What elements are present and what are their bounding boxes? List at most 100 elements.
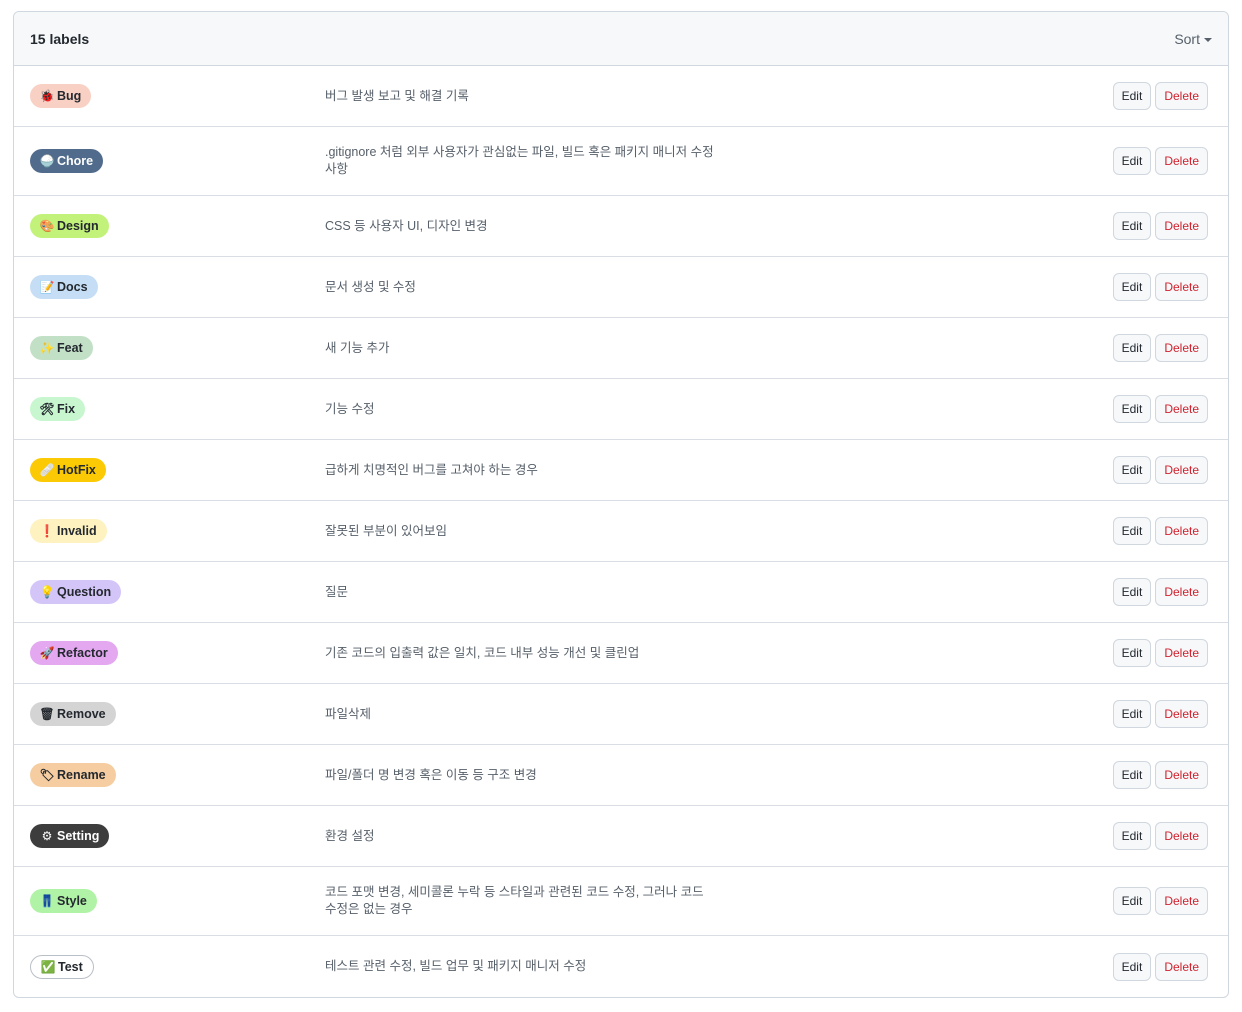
label-cell: 👖 Style [30,889,97,913]
edit-button[interactable]: Edit [1112,952,1152,981]
label-pill-fix[interactable]: 🛠 Fix [30,397,86,421]
label-description: 파일삭제 [325,706,372,721]
label-cell: 🛠 Fix [30,397,86,421]
delete-button[interactable]: Delete [1155,578,1208,606]
label-pill-style[interactable]: 👖 Style [30,889,97,913]
jeans-icon: 👖 [39,894,55,908]
label-description: 코드 포맷 변경, 세미콜론 누락 등 스타일과 관련된 코드 수정, 그러나 … [325,885,704,916]
label-pill-refactor[interactable]: 🚀 Refactor [30,641,118,665]
bug-icon: 🐞 [39,89,55,103]
delete-button[interactable]: Delete [1155,212,1208,240]
label-cell: 🚀 Refactor [30,641,118,665]
edit-button[interactable]: Edit [1112,456,1152,484]
label-pill-question[interactable]: 💡 Question [30,580,122,604]
edit-button[interactable]: Edit [1112,761,1152,789]
sort-label: Sort [1174,30,1200,47]
palette-icon: 🎨 [39,219,55,233]
delete-button[interactable]: Delete [1155,456,1208,484]
label-description: CSS 등 사용자 UI, 디자인 변경 [325,218,488,233]
label-actions: Edit Delete [1112,82,1208,110]
edit-button[interactable]: Edit [1112,578,1152,606]
label-name: Docs [57,280,88,294]
label-row: 💡 Question 질문 Edit Delete [14,562,1228,623]
delete-button[interactable]: Delete [1155,334,1208,362]
label-description: 질문 [325,584,349,599]
label-pill-setting[interactable]: ⚙ Setting [30,824,110,848]
label-cell: 🏷 Rename [30,763,116,787]
label-description: 버그 발생 보고 및 해결 기록 [325,88,469,103]
delete-button[interactable]: Delete [1155,517,1208,545]
label-description: 기능 수정 [325,401,375,416]
label-actions: Edit Delete [1112,395,1208,423]
labels-count: 15 labels [30,30,90,47]
label-pill-remove[interactable]: 🗑 Remove [30,702,116,726]
edit-button[interactable]: Edit [1112,147,1152,175]
edit-button[interactable]: Edit [1112,700,1152,728]
edit-button[interactable]: Edit [1112,395,1152,423]
delete-button[interactable]: Delete [1155,700,1208,728]
delete-button[interactable]: Delete [1155,395,1208,423]
label-cell: 🐞 Bug [30,84,92,108]
sparkles-icon: ✨ [39,341,55,355]
label-actions: Edit Delete [1112,822,1208,850]
label-actions: Edit Delete [1112,700,1208,728]
label-name: Rename [57,768,106,782]
label-cell: 🎨 Design [30,214,109,238]
delete-button[interactable]: Delete [1155,822,1208,850]
label-row: 🩹 HotFix 급하게 치명적인 버그를 고쳐야 하는 경우 Edit Delete [14,440,1228,501]
label-cell: ✨ Feat [30,336,93,360]
label-actions: Edit Delete [1112,761,1208,789]
label-actions: Edit Delete [1112,578,1208,606]
edit-button[interactable]: Edit [1112,887,1152,915]
label-pill-rename[interactable]: 🏷 Rename [30,763,116,787]
label-actions: Edit Delete [1112,147,1208,175]
label-name: Invalid [57,524,97,538]
label-name: Setting [57,829,100,843]
label-description: 급하게 치명적인 버그를 고쳐야 하는 경우 [325,462,538,477]
label-row: ⚙ Setting 환경 설정 Edit Delete [14,806,1228,867]
label-name: Test [58,959,83,974]
label-row: 📝 Docs 문서 생성 및 수정 Edit Delete [14,257,1228,318]
delete-button[interactable]: Delete [1155,82,1208,110]
label-row: 🎨 Design CSS 등 사용자 UI, 디자인 변경 Edit Delete [14,196,1228,257]
edit-button[interactable]: Edit [1112,273,1152,301]
label-pill-design[interactable]: 🎨 Design [30,214,109,238]
delete-button[interactable]: Delete [1155,639,1208,667]
edit-button[interactable]: Edit [1112,212,1152,240]
label-name: Chore [57,154,94,168]
edit-button[interactable]: Edit [1112,639,1152,667]
sort-dropdown[interactable]: Sort [1174,31,1212,47]
exclamation-icon: ❗ [39,524,55,538]
label-cell: ❗ Invalid [30,519,107,543]
edit-button[interactable]: Edit [1112,517,1152,545]
label-name: Question [57,585,112,599]
tools-icon: 🛠 [39,402,55,416]
edit-button[interactable]: Edit [1112,82,1152,110]
label-pill-docs[interactable]: 📝 Docs [30,275,98,299]
label-description: 기존 코드의 입출력 값은 일치, 코드 내부 성능 개선 및 클린업 [325,645,640,660]
delete-button[interactable]: Delete [1155,887,1208,915]
label-description: 테스트 관련 수정, 빌드 업무 및 패키지 매니저 수정 [325,959,587,973]
label-name: Bug [57,89,82,103]
delete-button[interactable]: Delete [1155,147,1208,175]
label-description: 새 기능 추가 [325,340,390,355]
label-pill-chore[interactable]: 🍚 Chore [30,149,104,173]
edit-button[interactable]: Edit [1112,822,1152,850]
label-row: 🛠 Fix 기능 수정 Edit Delete [14,379,1228,440]
label-cell: 🩹 HotFix [30,458,106,482]
delete-button[interactable]: Delete [1155,761,1208,789]
label-row: 🗑 Remove 파일삭제 Edit Delete [14,684,1228,745]
rice-icon: 🍚 [39,154,55,168]
label-actions: Edit Delete [1112,517,1208,545]
delete-button[interactable]: Delete [1155,273,1208,301]
label-row: ✅ Test 테스트 관련 수정, 빌드 업무 및 패키지 매니저 수정 Edit De… [14,936,1228,997]
label-pill-invalid[interactable]: ❗ Invalid [30,519,107,543]
label-row: 👖 Style 코드 포맷 변경, 세미콜론 누락 등 스타일과 관련된 코드 수정… [14,867,1228,936]
edit-button[interactable]: Edit [1112,334,1152,362]
delete-button[interactable]: Delete [1155,952,1208,981]
label-pill-feat[interactable]: ✨ Feat [30,336,93,360]
label-pill-bug[interactable]: 🐞 Bug [30,84,92,108]
label-pill-test[interactable]: ✅ Test [30,954,94,979]
label-name: Remove [57,707,106,721]
label-pill-hotfix[interactable]: 🩹 HotFix [30,458,106,482]
